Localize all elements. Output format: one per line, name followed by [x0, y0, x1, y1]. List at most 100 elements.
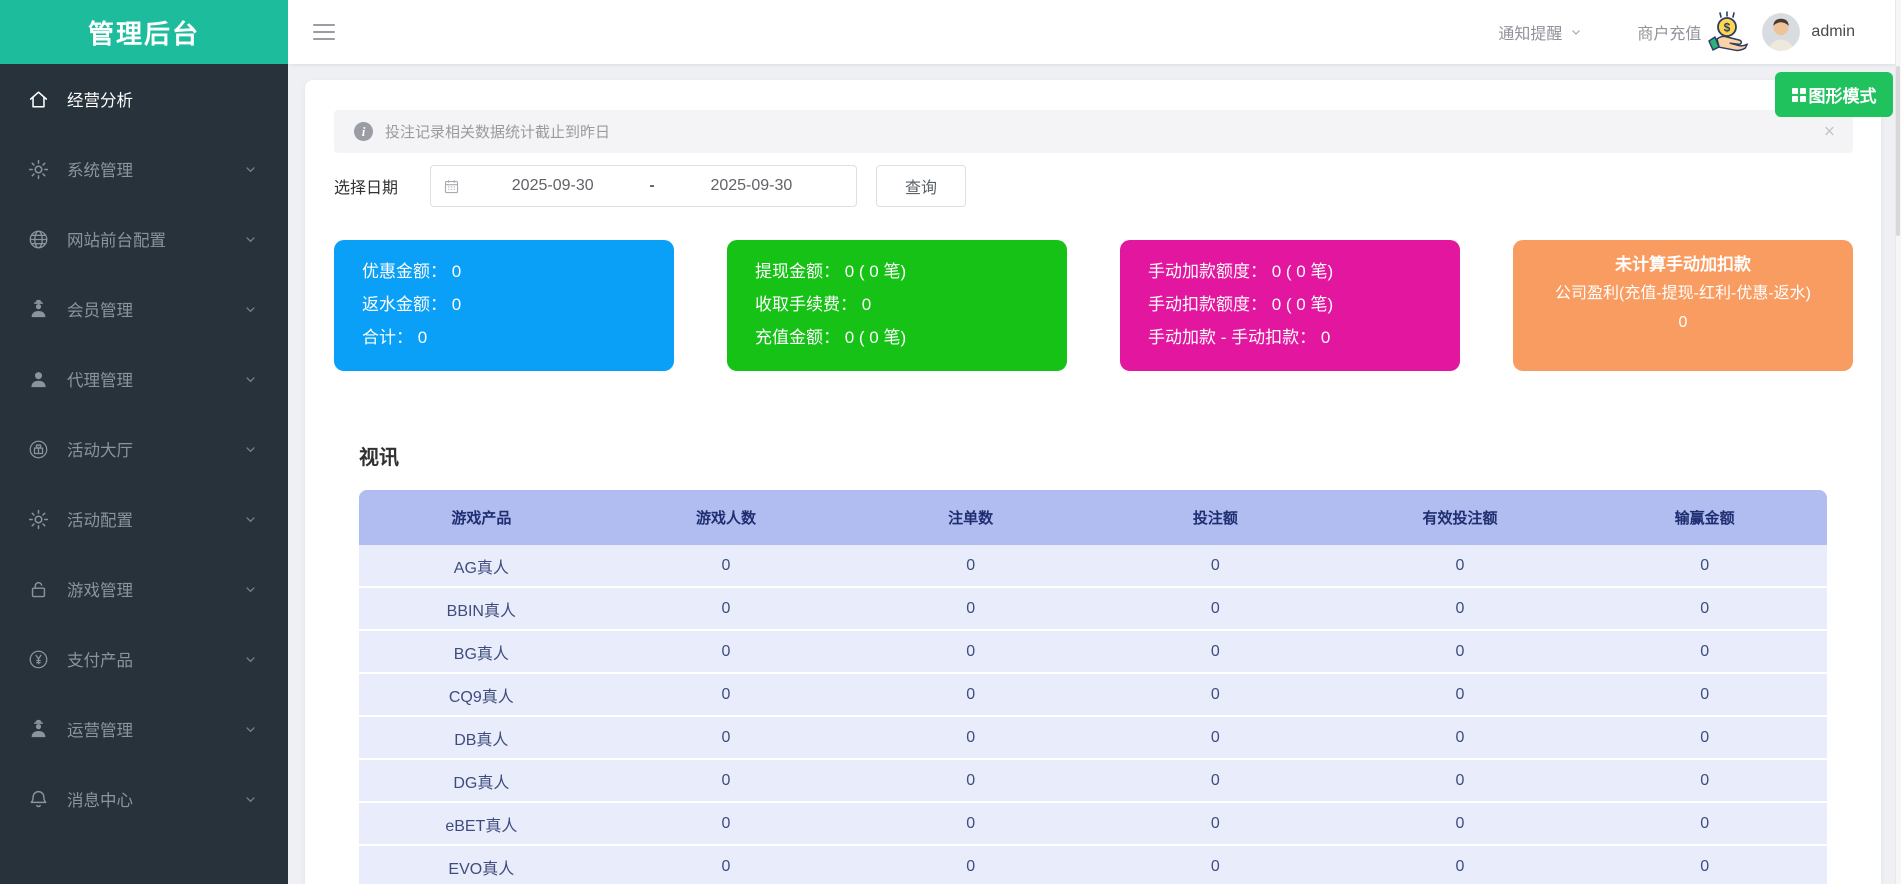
- table-row: BBIN真人00000: [359, 588, 1827, 631]
- value-cell: 0: [848, 600, 1093, 618]
- topbar-right: 通知提醒 商户充值 $: [1498, 0, 1855, 64]
- sidebar: 管理后台 经营分析系统管理网站前台配置会员管理代理管理活动大厅活动配置游戏管理支…: [0, 0, 288, 884]
- sidebar-item-7[interactable]: 游戏管理: [0, 554, 288, 624]
- value-cell: 0: [1582, 858, 1827, 876]
- sidebar-item-5[interactable]: 活动大厅: [0, 414, 288, 484]
- value-cell: 0: [848, 557, 1093, 575]
- stat-card-0: 优惠金额： 0返水金额： 0合计： 0: [334, 240, 674, 371]
- value-cell: 0: [604, 858, 849, 876]
- coin-hand-icon: $: [1705, 11, 1749, 53]
- game-product-cell: eBET真人: [359, 812, 604, 836]
- game-product-cell: AG真人: [359, 554, 604, 578]
- date-range-input[interactable]: 2025-09-30 - 2025-09-30: [430, 165, 857, 207]
- close-icon[interactable]: ×: [1824, 122, 1835, 141]
- value-cell: 0: [604, 686, 849, 704]
- section-title: 视讯: [334, 441, 1853, 470]
- game-product-cell: DG真人: [359, 769, 604, 793]
- value-cell: 0: [1338, 815, 1583, 833]
- user-avatar[interactable]: [1762, 13, 1800, 51]
- sidebar-item-10[interactable]: 消息中心: [0, 764, 288, 834]
- value-cell: 0: [1093, 600, 1338, 618]
- scrollbar-thumb[interactable]: [1896, 66, 1900, 236]
- table-header-cell: 输赢金额: [1582, 507, 1827, 528]
- chevron-down-icon: [243, 232, 258, 247]
- table-row: AG真人00000: [359, 545, 1827, 588]
- gift-icon: [27, 438, 50, 461]
- sidebar-item-label: 网站前台配置: [67, 227, 243, 251]
- sidebar-item-4[interactable]: 代理管理: [0, 344, 288, 414]
- stat-card-line: 手动加款额度： 0 ( 0 笔): [1148, 255, 1460, 288]
- value-cell: 0: [604, 772, 849, 790]
- chevron-down-icon: [243, 512, 258, 527]
- sidebar-item-8[interactable]: 支付产品: [0, 624, 288, 694]
- value-cell: 0: [1093, 643, 1338, 661]
- table-row: DG真人00000: [359, 760, 1827, 803]
- sidebar-item-label: 代理管理: [67, 367, 243, 391]
- sidebar-item-label: 消息中心: [67, 787, 243, 811]
- stat-card-line: 优惠金额： 0: [362, 255, 674, 288]
- sidebar-item-0[interactable]: 经营分析: [0, 64, 288, 134]
- table-header-cell: 投注额: [1093, 507, 1338, 528]
- stat-card-line: 返水金额： 0: [362, 288, 674, 321]
- end-date-value[interactable]: 2025-09-30: [659, 177, 844, 195]
- sidebar-item-2[interactable]: 网站前台配置: [0, 204, 288, 274]
- topbar: 通知提醒 商户充值 $: [288, 0, 1901, 64]
- sidebar-item-label: 系统管理: [67, 157, 243, 181]
- chevron-down-icon: [243, 302, 258, 317]
- sidebar-item-3[interactable]: 会员管理: [0, 274, 288, 344]
- gear-icon: [27, 158, 50, 181]
- sidebar-menu: 经营分析系统管理网站前台配置会员管理代理管理活动大厅活动配置游戏管理支付产品运营…: [0, 64, 288, 834]
- user-icon: [27, 368, 50, 391]
- sidebar-item-9[interactable]: 运营管理: [0, 694, 288, 764]
- value-cell: 0: [604, 600, 849, 618]
- date-filter-label: 选择日期: [334, 174, 398, 198]
- value-cell: 0: [1093, 858, 1338, 876]
- stat-card-2: 手动加款额度： 0 ( 0 笔)手动扣款额度： 0 ( 0 笔)手动加款 - 手…: [1120, 240, 1460, 371]
- game-product-cell: DB真人: [359, 726, 604, 750]
- notifications-dropdown[interactable]: 通知提醒: [1498, 20, 1583, 44]
- sidebar-item-label: 活动大厅: [67, 437, 243, 461]
- stat-card-line: 未计算手动加扣款: [1531, 250, 1835, 279]
- value-cell: 0: [604, 815, 849, 833]
- games-table: 游戏产品游戏人数注单数投注额有效投注额输赢金额 AG真人00000BBIN真人0…: [359, 490, 1827, 884]
- graphic-mode-button[interactable]: 图形模式: [1775, 72, 1893, 117]
- user-hat-icon: [27, 718, 50, 741]
- info-banner: i 投注记录相关数据统计截止到昨日 ×: [334, 110, 1853, 153]
- sidebar-item-label: 经营分析: [67, 87, 258, 111]
- sidebar-item-6[interactable]: 活动配置: [0, 484, 288, 554]
- table-header-row: 游戏产品游戏人数注单数投注额有效投注额输赢金额: [359, 490, 1827, 545]
- table-row: CQ9真人00000: [359, 674, 1827, 717]
- stat-card-line: 手动扣款额度： 0 ( 0 笔): [1148, 288, 1460, 321]
- sidebar-item-label: 会员管理: [67, 297, 243, 321]
- app-logo: 管理后台: [0, 0, 288, 64]
- info-banner-text: 投注记录相关数据统计截止到昨日: [385, 121, 610, 142]
- hamburger-menu-icon[interactable]: [313, 24, 335, 40]
- table-header-cell: 有效投注额: [1338, 507, 1583, 528]
- globe-icon: [27, 228, 50, 251]
- merchant-recharge-button[interactable]: 商户充值 $: [1637, 11, 1749, 53]
- table-header-cell: 注单数: [848, 507, 1093, 528]
- username-menu[interactable]: admin: [1811, 23, 1855, 41]
- stat-card-line: 手动加款 - 手动扣款： 0: [1148, 321, 1460, 354]
- chevron-down-icon: [243, 582, 258, 597]
- chevron-down-icon: [243, 722, 258, 737]
- stat-card-1: 提现金额： 0 ( 0 笔)收取手续费： 0充值金额： 0 ( 0 笔): [727, 240, 1067, 371]
- value-cell: 0: [1582, 815, 1827, 833]
- game-product-cell: BBIN真人: [359, 597, 604, 621]
- value-cell: 0: [1093, 686, 1338, 704]
- svg-text:$: $: [1724, 21, 1731, 35]
- info-icon: i: [354, 122, 373, 141]
- chevron-down-icon: [243, 372, 258, 387]
- start-date-value[interactable]: 2025-09-30: [460, 177, 645, 195]
- value-cell: 0: [848, 643, 1093, 661]
- value-cell: 0: [1338, 643, 1583, 661]
- value-cell: 0: [1093, 729, 1338, 747]
- value-cell: 0: [1582, 643, 1827, 661]
- table-row: BG真人00000: [359, 631, 1827, 674]
- value-cell: 0: [1093, 815, 1338, 833]
- vertical-scrollbar[interactable]: [1895, 0, 1901, 884]
- home-icon: [27, 88, 50, 111]
- sidebar-item-1[interactable]: 系统管理: [0, 134, 288, 204]
- value-cell: 0: [1338, 557, 1583, 575]
- query-button[interactable]: 查询: [876, 165, 966, 207]
